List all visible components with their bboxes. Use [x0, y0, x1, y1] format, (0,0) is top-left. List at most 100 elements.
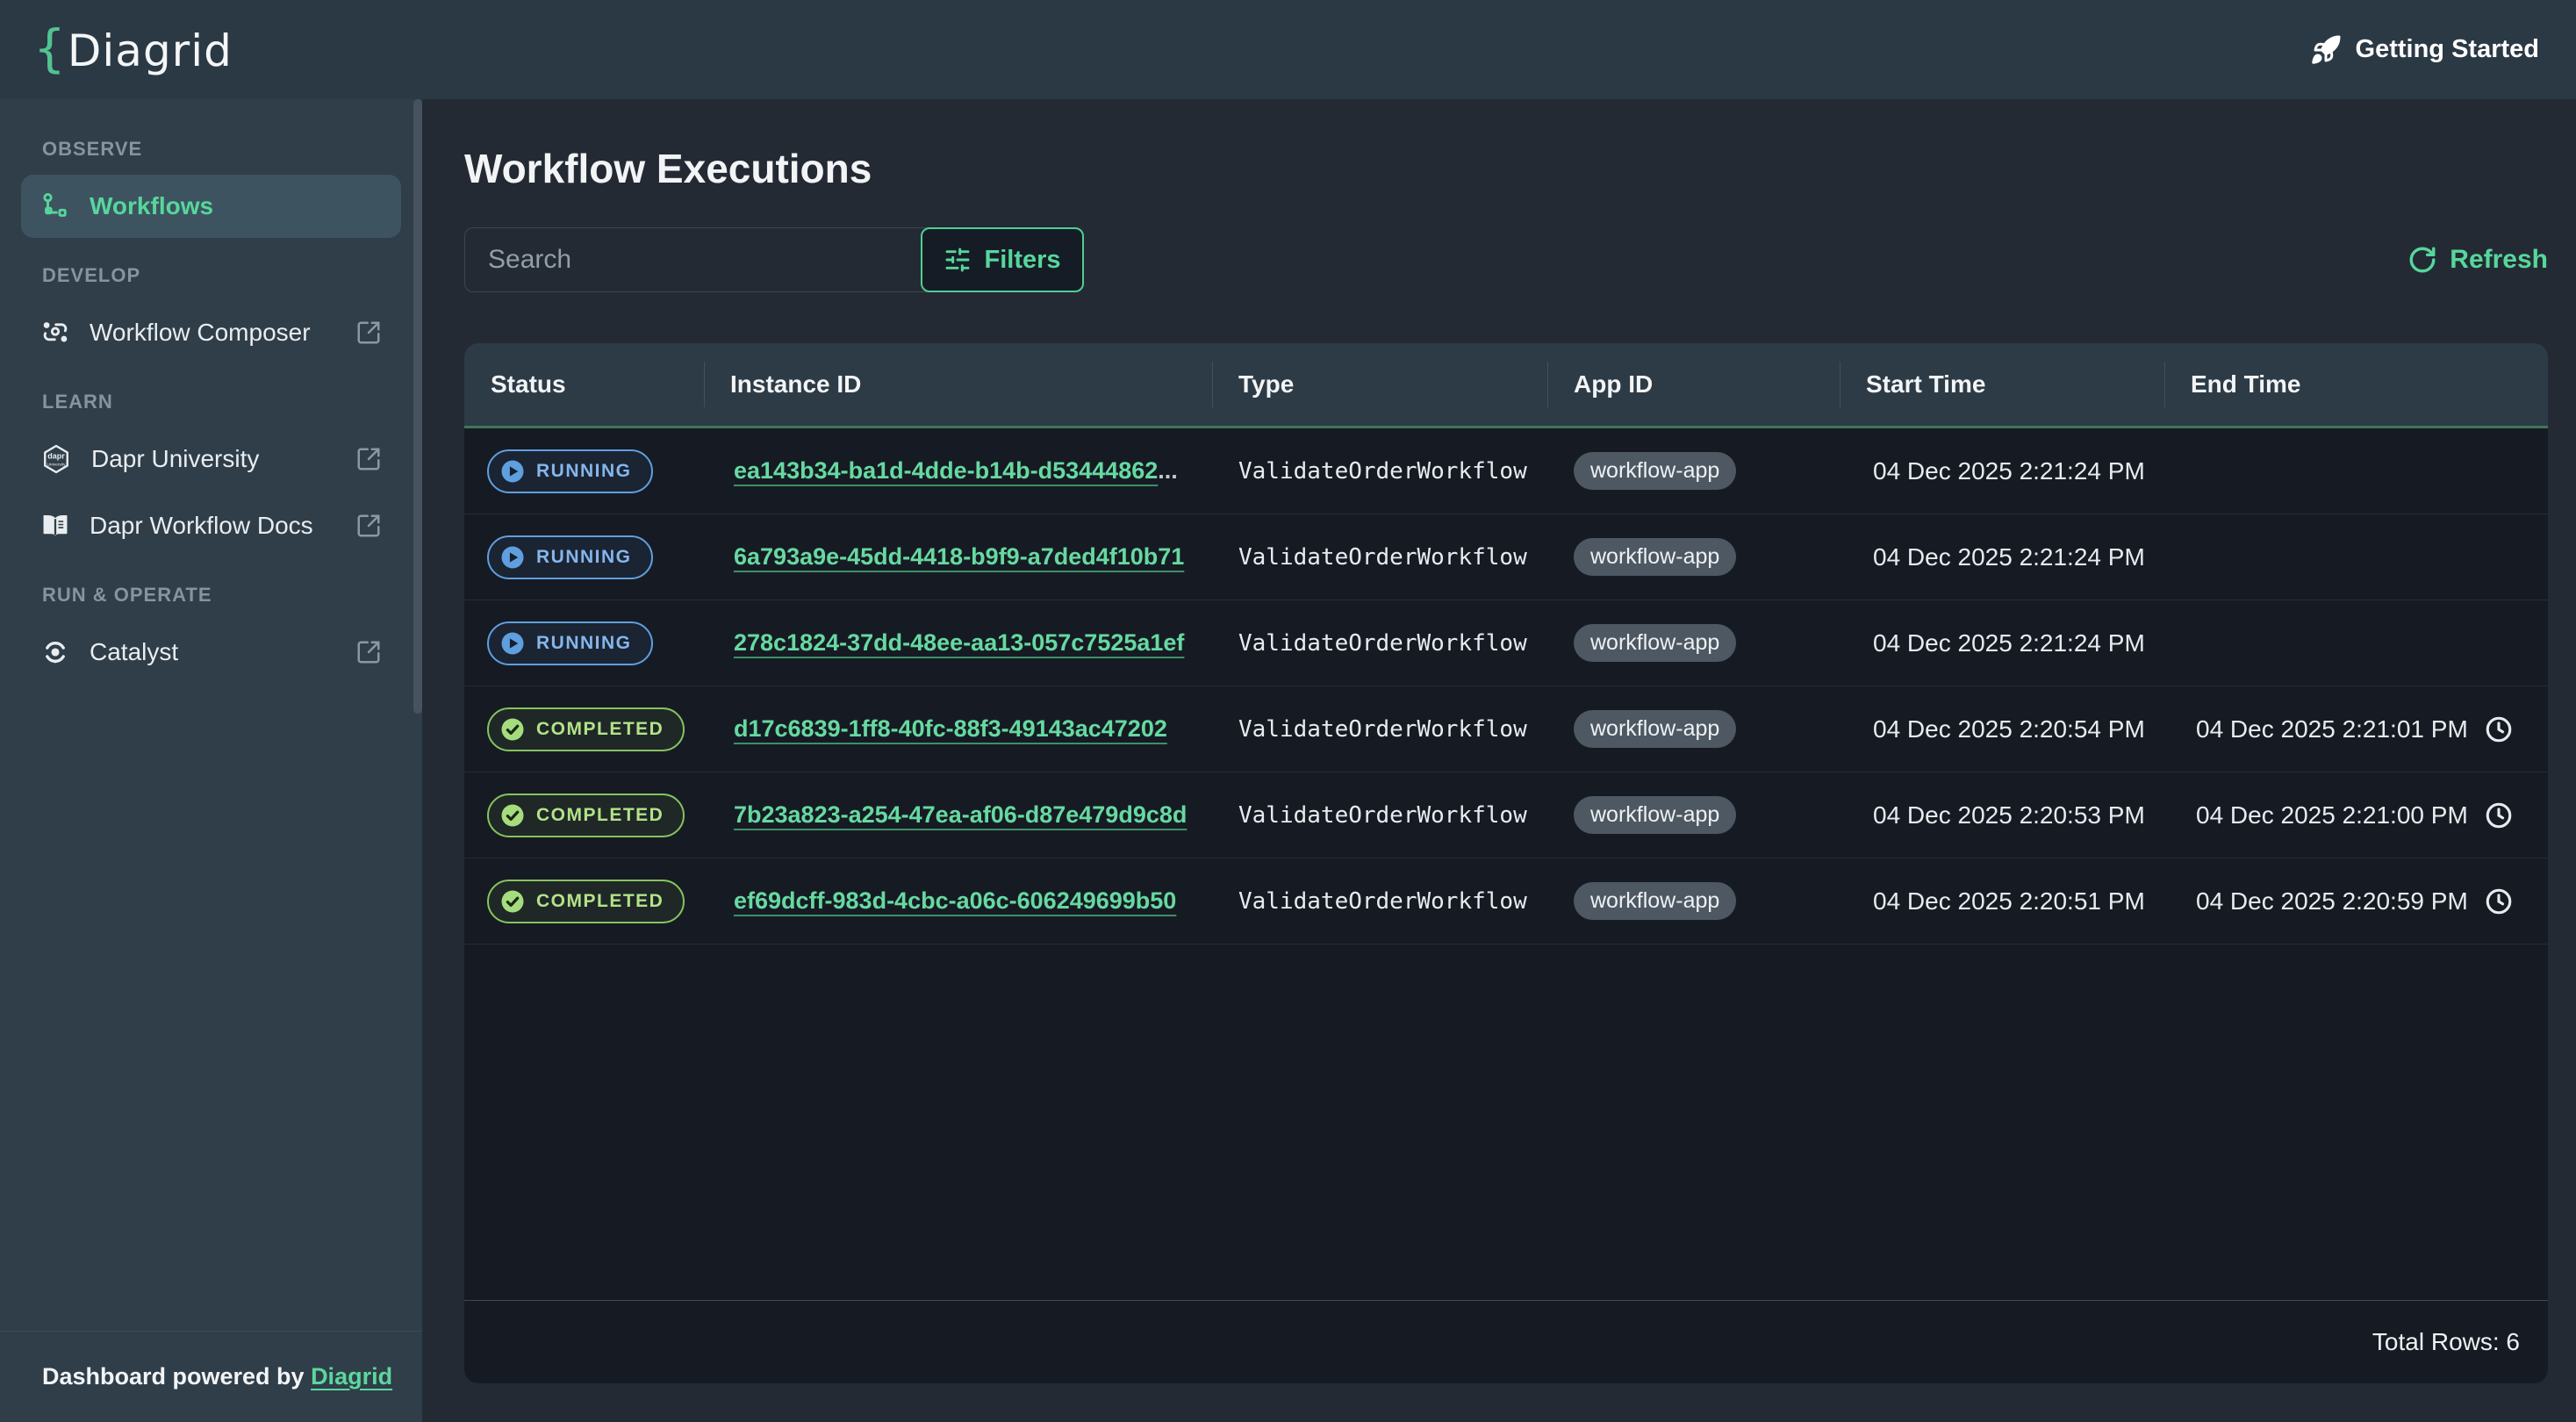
- instance-id-cell: 7b23a823-a254-47ea-af06-d87e479d9c8d...: [704, 801, 1212, 829]
- composer-icon: [40, 318, 70, 348]
- sliders-icon: [944, 246, 972, 274]
- main-content: Workflow Executions Filte: [422, 99, 2576, 1422]
- status-badge: RUNNING: [487, 449, 653, 493]
- sidebar-item-workflow-composer[interactable]: Workflow Composer: [21, 301, 401, 364]
- status-cell: COMPLETED: [464, 880, 704, 923]
- status-badge: RUNNING: [487, 535, 653, 579]
- app-id-badge: workflow-app: [1574, 538, 1736, 576]
- type-text: ValidateOrderWorkflow: [1238, 716, 1527, 743]
- check-icon: [499, 802, 526, 829]
- app-id-badge: workflow-app: [1574, 624, 1736, 662]
- sidebar-item-dapr-university[interactable]: dapr University Dapr University: [21, 427, 401, 491]
- status-cell: COMPLETED: [464, 707, 704, 751]
- status-label: COMPLETED: [536, 719, 664, 740]
- logo-brace: {: [33, 23, 66, 74]
- section-heading-observe: OBSERVE: [42, 138, 422, 161]
- app-id-cell: workflow-app: [1547, 624, 1840, 662]
- play-icon: [499, 458, 526, 485]
- clock-icon: [2484, 801, 2514, 830]
- status-label: RUNNING: [536, 547, 632, 568]
- app-id-cell: workflow-app: [1547, 538, 1840, 576]
- column-header-type: Type: [1212, 343, 1547, 426]
- table-row: COMPLETED ef69dcff-983d-4cbc-a06c-606249…: [464, 858, 2548, 944]
- type-cell: ValidateOrderWorkflow: [1212, 458, 1547, 485]
- column-header-status: Status: [464, 343, 704, 426]
- app-id-cell: workflow-app: [1547, 710, 1840, 748]
- filters-button[interactable]: Filters: [921, 227, 1084, 292]
- check-icon: [499, 888, 526, 915]
- top-bar: { Diagrid Getting Started: [0, 0, 2576, 99]
- end-time: 04 Dec 2025 2:20:59 PM: [2196, 887, 2468, 916]
- start-time-cell: 04 Dec 2025 2:20:54 PM: [1840, 715, 2164, 743]
- external-link-icon: [355, 513, 382, 539]
- instance-id-cell: ea143b34-ba1d-4dde-b14b-d53444862...: [704, 457, 1212, 485]
- instance-id-cell: 6a793a9e-45dd-4418-b9f9-a7ded4f10b71...: [704, 543, 1212, 571]
- status-badge: RUNNING: [487, 621, 653, 665]
- start-time-cell: 04 Dec 2025 2:20:53 PM: [1840, 801, 2164, 830]
- start-time: 04 Dec 2025 2:21:24 PM: [1873, 543, 2145, 571]
- end-time: 04 Dec 2025 2:21:01 PM: [2196, 715, 2468, 743]
- type-cell: ValidateOrderWorkflow: [1212, 888, 1547, 915]
- status-cell: RUNNING: [464, 621, 704, 665]
- start-time: 04 Dec 2025 2:20:54 PM: [1873, 715, 2145, 743]
- section-heading-run-operate: RUN & OPERATE: [42, 584, 422, 607]
- workflow-icon: [40, 191, 70, 221]
- getting-started-link[interactable]: Getting Started: [2310, 34, 2539, 66]
- instance-id-link[interactable]: 278c1824-37dd-48ee-aa13-057c7525a1ef: [734, 629, 1184, 657]
- sidebar-item-catalyst[interactable]: Catalyst: [21, 621, 401, 684]
- app-id-badge: workflow-app: [1574, 796, 1736, 834]
- type-text: ValidateOrderWorkflow: [1238, 630, 1527, 657]
- type-text: ValidateOrderWorkflow: [1238, 888, 1527, 915]
- instance-id-cell: ef69dcff-983d-4cbc-a06c-606249699b50...: [704, 887, 1212, 915]
- table-row: RUNNING ea143b34-ba1d-4dde-b14b-d5344486…: [464, 428, 2548, 514]
- app-id-cell: workflow-app: [1547, 452, 1840, 490]
- diagrid-logo[interactable]: { Diagrid: [33, 23, 233, 76]
- table-row: COMPLETED d17c6839-1ff8-40fc-88f3-49143a…: [464, 686, 2548, 772]
- instance-id-link[interactable]: 7b23a823-a254-47ea-af06-d87e479d9c8d: [734, 801, 1187, 829]
- end-time-cell: 04 Dec 2025 2:20:59 PM: [2164, 887, 2548, 916]
- start-time-cell: 04 Dec 2025 2:21:24 PM: [1840, 629, 2164, 657]
- instance-id-link[interactable]: 6a793a9e-45dd-4418-b9f9-a7ded4f10b71: [734, 543, 1184, 571]
- refresh-label: Refresh: [2450, 245, 2548, 275]
- sidebar-item-label: Dapr University: [91, 445, 259, 473]
- rocket-icon: [2310, 34, 2342, 66]
- refresh-button[interactable]: Refresh: [2407, 245, 2548, 275]
- diagrid-footer-link[interactable]: Diagrid: [311, 1363, 392, 1390]
- type-text: ValidateOrderWorkflow: [1238, 802, 1527, 829]
- column-header-instance-id: Instance ID: [704, 343, 1212, 426]
- instance-id-link[interactable]: ef69dcff-983d-4cbc-a06c-606249699b50: [734, 887, 1176, 915]
- start-time: 04 Dec 2025 2:20:51 PM: [1873, 887, 2145, 916]
- status-label: RUNNING: [536, 461, 632, 482]
- external-link-icon: [355, 639, 382, 665]
- sidebar-item-dapr-workflow-docs[interactable]: Dapr Workflow Docs: [21, 494, 401, 557]
- id-ellipsis: ...: [1158, 457, 1178, 485]
- sidebar-item-workflows[interactable]: Workflows: [21, 175, 401, 238]
- sidebar: OBSERVE Workflows DEVELOP: [0, 99, 422, 1422]
- logo-text: Diagrid: [68, 25, 233, 76]
- status-cell: RUNNING: [464, 535, 704, 579]
- app-id-cell: workflow-app: [1547, 882, 1840, 920]
- clock-icon: [2484, 715, 2514, 744]
- instance-id-link[interactable]: ea143b34-ba1d-4dde-b14b-d53444862: [734, 457, 1158, 485]
- svg-text:dapr: dapr: [47, 451, 65, 460]
- status-badge: COMPLETED: [487, 707, 685, 751]
- play-icon: [499, 544, 526, 571]
- check-icon: [499, 716, 526, 743]
- refresh-icon: [2407, 245, 2437, 275]
- sidebar-item-label: Workflows: [90, 192, 213, 220]
- sidebar-nav: OBSERVE Workflows DEVELOP: [0, 99, 422, 1331]
- column-header-end-time: End Time: [2164, 343, 2548, 426]
- sidebar-item-label: Workflow Composer: [90, 319, 311, 347]
- status-cell: COMPLETED: [464, 794, 704, 837]
- status-cell: RUNNING: [464, 449, 704, 493]
- column-header-app-id: App ID: [1547, 343, 1840, 426]
- start-time: 04 Dec 2025 2:21:24 PM: [1873, 629, 2145, 657]
- status-label: COMPLETED: [536, 891, 664, 912]
- start-time-cell: 04 Dec 2025 2:21:24 PM: [1840, 457, 2164, 485]
- table-row: RUNNING 6a793a9e-45dd-4418-b9f9-a7ded4f1…: [464, 514, 2548, 600]
- start-time: 04 Dec 2025 2:20:53 PM: [1873, 801, 2145, 830]
- sidebar-scrollbar[interactable]: [413, 99, 422, 714]
- instance-id-link[interactable]: d17c6839-1ff8-40fc-88f3-49143ac47202: [734, 715, 1167, 743]
- external-link-icon: [355, 446, 382, 472]
- table-header-row: Status Instance ID Type App ID Start Tim…: [464, 343, 2548, 428]
